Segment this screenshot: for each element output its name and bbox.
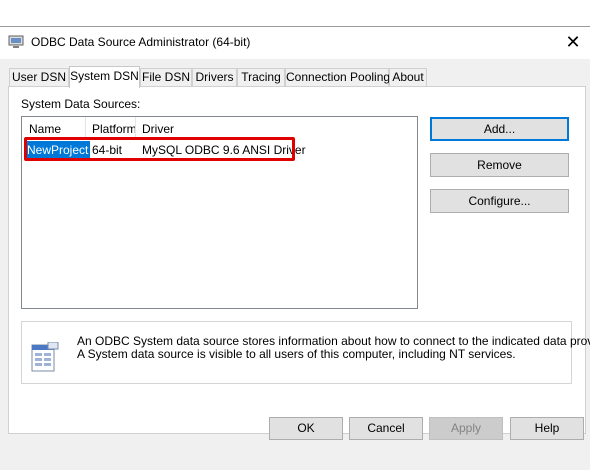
cancel-button[interactable]: Cancel [349, 417, 423, 440]
info-text-line-1: An ODBC System data source stores inform… [77, 334, 590, 348]
tab-drivers[interactable]: Drivers [192, 68, 237, 86]
add-button[interactable]: Add... [430, 117, 569, 141]
column-header-platform[interactable]: Platform [92, 122, 137, 136]
tab-system-dsn[interactable]: System DSN [69, 66, 140, 88]
apply-button[interactable]: Apply [429, 417, 503, 440]
tab-file-dsn[interactable]: File DSN [140, 68, 192, 86]
tab-tracing[interactable]: Tracing [237, 68, 285, 86]
list-header: Name Platform Driver [22, 117, 417, 139]
system-data-sources-label: System Data Sources: [21, 97, 141, 111]
tab-connection-pooling[interactable]: Connection Pooling [285, 68, 390, 86]
column-divider[interactable] [85, 117, 86, 139]
ok-button[interactable]: OK [269, 417, 343, 440]
database-form-icon [31, 342, 59, 372]
configure-button[interactable]: Configure... [430, 189, 569, 213]
highlight-box [24, 137, 295, 161]
info-text-line-2: A System data source is visible to all u… [77, 347, 516, 361]
tab-about[interactable]: About [389, 68, 427, 86]
info-box: An ODBC System data source stores inform… [21, 321, 590, 384]
tab-user-dsn[interactable]: User DSN [9, 68, 69, 86]
help-button[interactable]: Help [510, 417, 584, 440]
remove-button[interactable]: Remove [430, 153, 569, 177]
column-header-driver[interactable]: Driver [142, 122, 174, 136]
window-title: ODBC Data Source Administrator (64-bit) [31, 35, 251, 49]
odbc-admin-icon [8, 35, 24, 48]
column-divider[interactable] [135, 117, 136, 139]
close-button[interactable]: ✕ [560, 29, 586, 55]
column-header-name[interactable]: Name [29, 122, 61, 136]
title-bar: ODBC Data Source Administrator (64-bit) … [0, 27, 590, 59]
close-icon: ✕ [565, 32, 581, 52]
